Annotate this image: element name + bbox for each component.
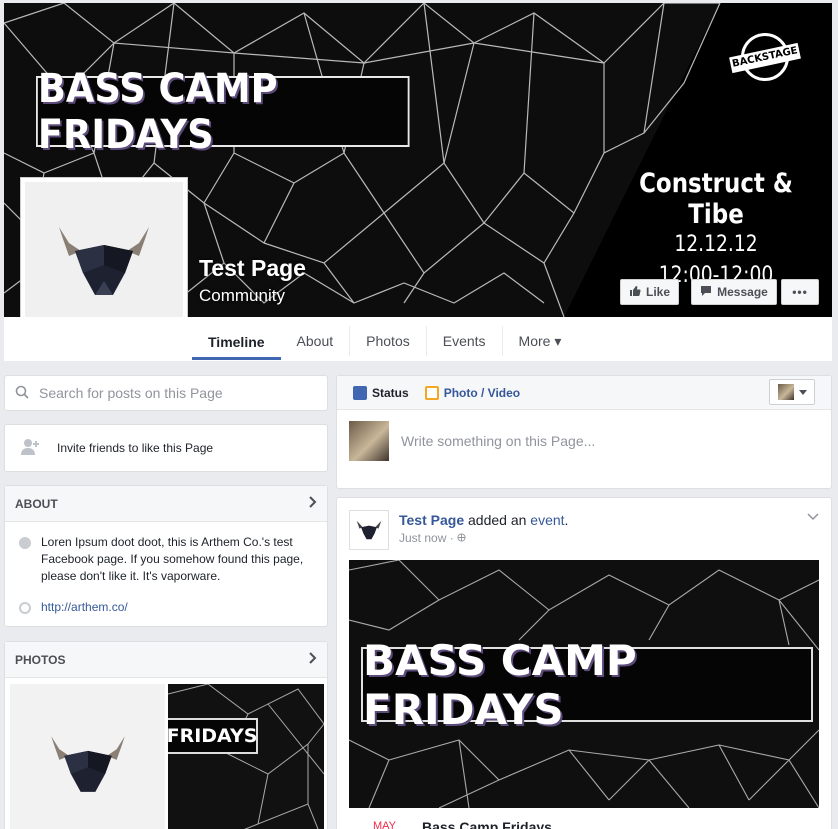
post-action-end: . bbox=[564, 512, 569, 528]
post-header: Test Page added an event. Just now · bbox=[337, 498, 831, 550]
page-search-box[interactable]: Search for posts on this Page bbox=[4, 375, 328, 411]
page-tabs: Timeline About Photos Events More ▾ bbox=[4, 317, 832, 361]
event-date-month: MAY bbox=[373, 820, 397, 829]
message-label: Message bbox=[717, 285, 768, 299]
chevron-right-icon bbox=[309, 652, 317, 667]
page-title[interactable]: Test Page bbox=[199, 255, 306, 282]
globe-icon bbox=[19, 602, 31, 614]
about-card: ABOUT Loren Ipsum doot doot, this is Art… bbox=[4, 485, 328, 627]
message-button[interactable]: Message bbox=[691, 279, 777, 305]
photo-thumb-cover[interactable]: FRIDAYS bbox=[168, 684, 324, 829]
tab-timeline[interactable]: Timeline bbox=[192, 326, 281, 360]
composer-input[interactable]: Write something on this Page... bbox=[401, 433, 595, 449]
invite-friends-row[interactable]: Invite friends to like this Page bbox=[4, 424, 328, 472]
photo-thumb-profile[interactable] bbox=[10, 684, 165, 829]
globe-icon bbox=[457, 531, 466, 545]
avatar bbox=[777, 384, 794, 400]
page-header: BASS CAMP FRIDAYS BACKSTAGE Construct & … bbox=[4, 3, 832, 361]
info-icon bbox=[19, 537, 31, 549]
post-action-text: added an bbox=[464, 512, 531, 528]
cover-event-names: Construct & Tibe bbox=[639, 168, 793, 230]
bull-logo-icon bbox=[356, 520, 382, 540]
photos-header[interactable]: PHOTOS bbox=[5, 642, 327, 678]
chevron-right-icon bbox=[309, 496, 317, 511]
tab-photos[interactable]: Photos bbox=[350, 326, 427, 356]
event-banner-title: BASS CAMP FRIDAYS bbox=[361, 636, 813, 734]
photo-icon bbox=[424, 385, 439, 400]
search-input[interactable]: Search for posts on this Page bbox=[39, 385, 223, 401]
user-avatar bbox=[349, 421, 389, 461]
like-button[interactable]: Like bbox=[620, 279, 679, 305]
message-icon bbox=[700, 285, 712, 300]
cover-event-date: 12.12.12 bbox=[674, 232, 758, 257]
post-headline: Test Page added an event. bbox=[399, 512, 568, 528]
status-tab[interactable]: Status bbox=[353, 385, 409, 400]
photo-video-tab[interactable]: Photo / Video bbox=[424, 385, 521, 400]
about-title: ABOUT bbox=[15, 496, 58, 511]
mesh-graphic bbox=[168, 684, 324, 829]
post-composer: Status Photo / Video Write something on … bbox=[336, 375, 832, 489]
caret-down-icon bbox=[798, 385, 807, 399]
about-header[interactable]: ABOUT bbox=[5, 486, 327, 522]
cover-banner-title: BASS CAMP FRIDAYS bbox=[36, 66, 410, 158]
search-icon bbox=[15, 385, 29, 402]
like-label: Like bbox=[645, 285, 670, 299]
tab-about[interactable]: About bbox=[281, 326, 351, 356]
photo-thumb-text: FRIDAYS bbox=[168, 718, 258, 754]
invite-label: Invite friends to like this Page bbox=[57, 441, 214, 455]
composer-tabs: Status Photo / Video bbox=[337, 376, 831, 410]
post-event-link[interactable]: event bbox=[530, 512, 564, 528]
tab-more[interactable]: More ▾ bbox=[503, 326, 578, 356]
backstage-logo-text: BACKSTAGE bbox=[729, 42, 801, 74]
chevron-down-icon[interactable] bbox=[807, 510, 819, 524]
cover-event-info: Construct & Tibe 12.12.12 12:00-12:00 bbox=[616, 168, 816, 288]
photo-video-tab-label: Photo / Video bbox=[443, 385, 521, 400]
event-title[interactable]: Bass Camp Fridays bbox=[422, 819, 552, 829]
about-description-row: Loren Ipsum doot doot, this is Arthem Co… bbox=[5, 534, 327, 585]
post-timestamp-row: Just now · bbox=[399, 531, 568, 545]
more-options-button[interactable]: ••• bbox=[781, 279, 819, 305]
thumbs-up-icon bbox=[629, 285, 641, 300]
bull-logo-icon bbox=[50, 736, 125, 792]
backstage-logo: BACKSTAGE bbox=[728, 33, 802, 81]
post-author-link[interactable]: Test Page bbox=[399, 512, 464, 528]
composer-body: Write something on this Page... bbox=[337, 410, 831, 472]
photos-title: PHOTOS bbox=[15, 652, 66, 667]
bull-logo-icon bbox=[59, 227, 149, 295]
event-cover-image[interactable]: BASS CAMP FRIDAYS bbox=[349, 560, 819, 808]
feed-post: Test Page added an event. Just now · BAS… bbox=[336, 497, 832, 829]
photos-card: PHOTOS FRIDAYS bbox=[4, 641, 328, 829]
pencil-icon bbox=[353, 385, 367, 400]
status-tab-label: Status bbox=[372, 385, 409, 400]
about-website-row: http://arthem.co/ bbox=[5, 599, 327, 616]
page-category[interactable]: Community bbox=[199, 286, 285, 306]
tab-events[interactable]: Events bbox=[427, 326, 503, 356]
about-description: Loren Ipsum doot doot, this is Arthem Co… bbox=[41, 535, 304, 583]
add-friend-icon bbox=[21, 438, 41, 459]
website-link[interactable]: http://arthem.co/ bbox=[41, 599, 128, 616]
post-as-selector[interactable] bbox=[769, 379, 815, 405]
post-timestamp[interactable]: Just now · bbox=[399, 531, 457, 545]
post-author-avatar[interactable] bbox=[349, 510, 389, 550]
